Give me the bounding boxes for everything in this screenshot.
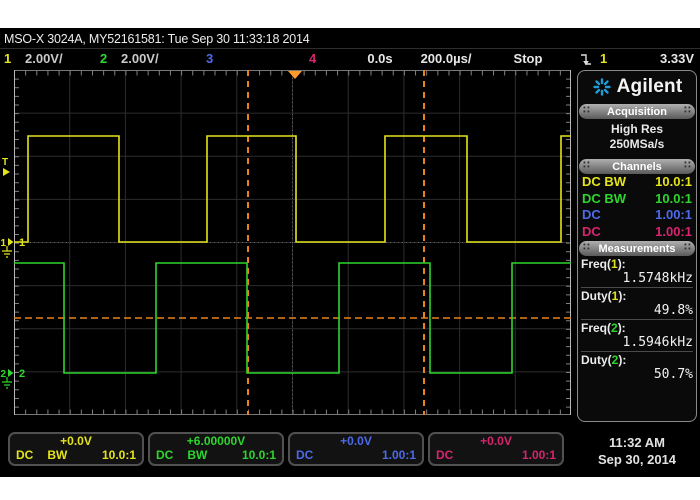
ch3-probe: 1.00:1: [382, 449, 416, 462]
grip-icon: ∷: [684, 105, 691, 116]
ch4-probe: 1.00:1: [522, 449, 556, 462]
time: 11:32 AM: [577, 434, 697, 451]
grip-icon: ∷: [583, 105, 590, 116]
ch3-offset: +0.0V: [290, 434, 422, 449]
divider: [581, 319, 693, 320]
measurement-name: Freq(1):: [581, 257, 693, 271]
ch3-status-box[interactable]: +0.0V DC 1.00:1: [288, 432, 424, 466]
trigger-position-icon: [288, 71, 302, 79]
run-state: Stop: [500, 49, 556, 69]
ch2-status-box[interactable]: +6.00000V DC BW 10.0:1: [148, 432, 284, 466]
channel-marker-label: 1: [1, 238, 7, 249]
channel-row-4: DC 1.00:1: [578, 224, 696, 241]
channel-number-label: 2: [19, 368, 25, 380]
trigger-edge-icon: [579, 52, 593, 68]
ch4-number: 4: [309, 49, 316, 69]
measurement-value: 49.8%: [581, 303, 693, 318]
acquisition-info: High Res 250MSa/s: [578, 119, 696, 158]
divider: [581, 351, 693, 352]
probe-ratio: 1.00:1: [655, 207, 692, 224]
oscilloscope-screenshot: MSO-X 3024A, MY52161581: Tue Sep 30 11:3…: [0, 0, 700, 500]
waveform-display: T 1 1 2 2: [0, 70, 575, 416]
channel-row-2: DC BW 10.0:1: [578, 191, 696, 208]
probe-ratio: 10.0:1: [655, 174, 692, 191]
ch3-number: 3: [206, 49, 213, 69]
trigger-level-icon: [3, 168, 10, 176]
acquisition-mode: High Res: [578, 122, 696, 137]
measurements-header[interactable]: ∷ Measurements ∷: [579, 241, 695, 256]
horizontal-offset: 0.0s: [352, 49, 408, 69]
ch2-coupling: DC: [156, 449, 173, 462]
agilent-logo-icon: [592, 77, 612, 97]
measurements-list: Freq(1): 1.5748kHz Duty(1): 49.8% Freq(2…: [578, 256, 696, 382]
ch4-status-box[interactable]: +0.0V DC 1.00:1: [428, 432, 564, 466]
ch1-coupling: DC: [16, 449, 33, 462]
ch3-coupling: DC: [296, 449, 313, 462]
date: Sep 30, 2014: [577, 451, 697, 468]
ch1-bw-limit: BW: [47, 449, 67, 462]
timebase: 200.0µs/: [404, 49, 488, 69]
ch2-scale: 2.00V/: [121, 49, 159, 69]
channel-coupling: DC: [582, 207, 601, 224]
title-bar: MSO-X 3024A, MY52161581: Tue Sep 30 11:3…: [4, 30, 694, 48]
channel-row-1: DC BW 10.0:1: [578, 174, 696, 191]
measurement-name: Duty(2):: [581, 353, 693, 367]
probe-ratio: 10.0:1: [655, 191, 692, 208]
channel-marker-icon: [8, 369, 14, 377]
trigger-level-label: T: [2, 157, 8, 168]
sample-rate: 250MSa/s: [578, 137, 696, 152]
measurement-value: 50.7%: [581, 367, 693, 382]
ch1-number: 1: [4, 49, 11, 69]
ch1-scale: 2.00V/: [25, 49, 63, 69]
ch2-number: 2: [100, 49, 107, 69]
channel-row-3: DC 1.00:1: [578, 207, 696, 224]
channel-number-label: 1: [19, 237, 25, 249]
ch2-offset: +6.00000V: [150, 434, 282, 449]
ch2-bw-limit: BW: [187, 449, 207, 462]
channel-coupling: DC BW: [582, 191, 626, 208]
probe-ratio: 1.00:1: [655, 224, 692, 241]
sidebar: Agilent ∷ Acquisition ∷ High Res 250MSa/…: [577, 70, 697, 422]
brand-row: Agilent: [578, 71, 696, 103]
clock: 11:32 AM Sep 30, 2014: [577, 434, 697, 468]
ch2-probe: 10.0:1: [242, 449, 276, 462]
channels-list: DC BW 10.0:1 DC BW 10.0:1 DC 1.00:1 DC 1…: [578, 174, 696, 240]
measurements-title: Measurements: [598, 243, 675, 255]
ch4-coupling: DC: [436, 449, 453, 462]
measurement-name: Freq(2):: [581, 321, 693, 335]
channel-marker-icon: [8, 238, 14, 246]
grip-icon: ∷: [684, 160, 691, 171]
grip-icon: ∷: [583, 160, 590, 171]
channel-marker-label: 2: [1, 369, 7, 380]
ch1-offset: +0.0V: [10, 434, 142, 449]
trigger-source: 1: [600, 49, 607, 69]
channels-title: Channels: [612, 161, 662, 173]
channel-coupling: DC: [582, 224, 601, 241]
model-serial-datetime: MSO-X 3024A, MY52161581: Tue Sep 30 11:3…: [4, 32, 309, 46]
channels-header[interactable]: ∷ Channels ∷: [579, 159, 695, 174]
measurement-name: Duty(1):: [581, 289, 693, 303]
ch1-probe: 10.0:1: [102, 449, 136, 462]
acquisition-header[interactable]: ∷ Acquisition ∷: [579, 104, 695, 119]
measurement-value: 1.5748kHz: [581, 271, 693, 286]
brand-name: Agilent: [617, 76, 683, 98]
acquisition-title: Acquisition: [607, 106, 667, 118]
grip-icon: ∷: [684, 242, 691, 253]
grip-icon: ∷: [583, 242, 590, 253]
status-bar: 1 2.00V/ 2 2.00V/ 3 4 0.0s 200.0µs/ Stop…: [0, 49, 700, 70]
measurement-value: 1.5946kHz: [581, 335, 693, 350]
ch4-offset: +0.0V: [430, 434, 562, 449]
trigger-level: 3.33V: [626, 49, 694, 69]
scope-screen: MSO-X 3024A, MY52161581: Tue Sep 30 11:3…: [0, 28, 700, 477]
divider: [581, 287, 693, 288]
ch1-status-box[interactable]: +0.0V DC BW 10.0:1: [8, 432, 144, 466]
channel-coupling: DC BW: [582, 174, 626, 191]
